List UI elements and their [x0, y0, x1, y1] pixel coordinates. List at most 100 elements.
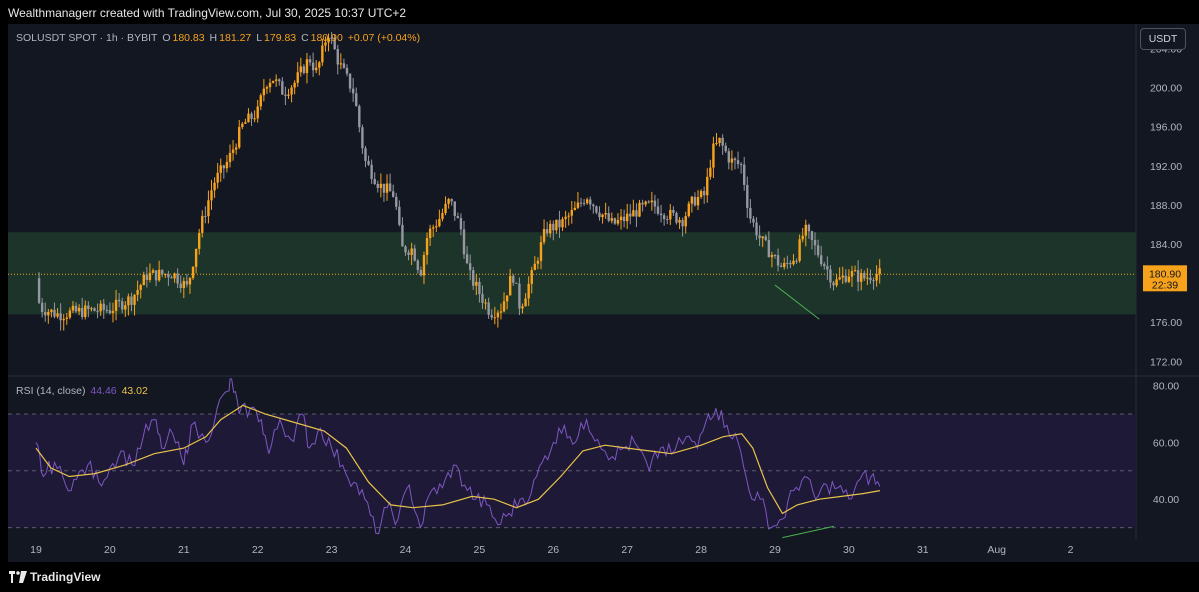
candle-body — [321, 45, 324, 63]
candle-body — [435, 226, 438, 228]
candle — [191, 266, 195, 280]
candle-body — [87, 305, 90, 310]
time-axis-tick: 20 — [104, 544, 116, 556]
candle — [589, 196, 592, 210]
candle — [361, 124, 364, 154]
candle-body — [456, 215, 460, 219]
time-axis-tick: Aug — [987, 544, 1006, 556]
chart-canvas[interactable]: 172.00176.00180.00184.00188.00192.00196.… — [8, 24, 1199, 562]
candle-body — [65, 317, 68, 319]
symbol-legend[interactable]: SOLUSDT SPOT · 1h · BYBIT O 180.83 H 181.2… — [16, 32, 422, 44]
candle — [585, 197, 589, 205]
candle-body — [490, 314, 493, 318]
high-value: 181.27 — [219, 32, 252, 44]
candle-body — [385, 183, 389, 193]
candle — [305, 52, 309, 84]
low-label: L — [256, 32, 263, 44]
candle — [225, 154, 229, 173]
candle-body — [502, 301, 506, 312]
candle-body — [201, 215, 204, 233]
candle — [287, 88, 290, 99]
candle — [290, 85, 293, 103]
candle-body — [512, 275, 515, 283]
candle — [749, 199, 752, 224]
candle-body — [262, 88, 266, 96]
candle-body — [188, 277, 192, 285]
candle-body — [545, 229, 549, 234]
candle — [398, 200, 401, 227]
candle-body — [161, 269, 164, 275]
price-tag-countdown: 22:39 — [1152, 279, 1178, 291]
candle-body — [730, 158, 734, 163]
candle — [629, 204, 632, 225]
footer: TradingView — [0, 562, 1199, 592]
candle — [299, 57, 303, 77]
rsi-name[interactable]: RSI (14, close) — [16, 385, 85, 397]
candle-body — [77, 307, 81, 312]
candle-body — [108, 310, 112, 314]
candle-body — [542, 229, 546, 243]
candle — [382, 183, 386, 202]
candle-body — [767, 239, 771, 258]
candle-body — [558, 219, 561, 228]
chart-area[interactable]: 172.00176.00180.00184.00188.00192.00196.… — [8, 24, 1199, 562]
rsi-ma-value: 43.02 — [121, 385, 148, 397]
top-bar: Wealthmanagerr created with TradingView.… — [0, 0, 1199, 24]
candle-body — [462, 229, 466, 255]
candle-body — [579, 202, 583, 204]
candle-body — [210, 190, 213, 201]
candle — [210, 179, 213, 210]
candle-body — [167, 274, 170, 278]
candle — [271, 80, 275, 84]
candle — [438, 209, 441, 228]
symbol-name[interactable]: SOLUSDT SPOT · 1h · BYBIT — [16, 32, 157, 44]
candle-body — [345, 67, 349, 74]
candle-body — [124, 305, 127, 310]
candle-body — [792, 260, 795, 265]
candle-body — [90, 308, 93, 310]
candle-body — [659, 213, 663, 216]
candle-body — [826, 266, 829, 270]
candle-body — [271, 80, 275, 83]
candle-body — [419, 270, 423, 276]
candle — [388, 173, 392, 192]
candle-body — [197, 232, 201, 249]
candle-body — [595, 206, 598, 213]
candle — [567, 212, 570, 226]
candle-body — [413, 248, 416, 261]
candle-body — [616, 220, 620, 224]
open-label: O — [162, 32, 171, 44]
candle-body — [610, 218, 614, 221]
candle-body — [194, 248, 198, 267]
candle — [435, 219, 438, 233]
candle-body — [718, 137, 721, 143]
rsi-legend[interactable]: RSI (14, close) 44.46 43.02 — [16, 385, 150, 397]
candle-body — [746, 184, 749, 208]
candle — [727, 148, 731, 170]
candle-body — [644, 201, 647, 205]
price-axis-tick: 176.00 — [1150, 317, 1182, 329]
candle — [610, 212, 614, 224]
candle — [453, 201, 456, 221]
candle-body — [743, 164, 746, 185]
candle — [213, 177, 216, 198]
candle-body — [259, 95, 262, 107]
candle-body — [533, 263, 537, 271]
candle-body — [395, 196, 398, 207]
candle-body — [641, 202, 644, 205]
candle-body — [244, 122, 247, 124]
candle-body — [816, 245, 820, 256]
close-value: 180.90 — [310, 32, 343, 44]
candle — [684, 211, 687, 234]
candle — [355, 87, 358, 107]
candle — [462, 220, 466, 259]
candle-body — [804, 224, 807, 236]
candle-body — [182, 281, 185, 289]
currency-button[interactable]: USDT — [1140, 28, 1186, 50]
footer-brand: TradingView — [30, 570, 101, 584]
candle-body — [505, 295, 509, 302]
candle — [265, 85, 269, 94]
candle-body — [296, 72, 299, 83]
price-axis-tick: 200.00 — [1150, 83, 1182, 95]
candle — [284, 86, 287, 106]
